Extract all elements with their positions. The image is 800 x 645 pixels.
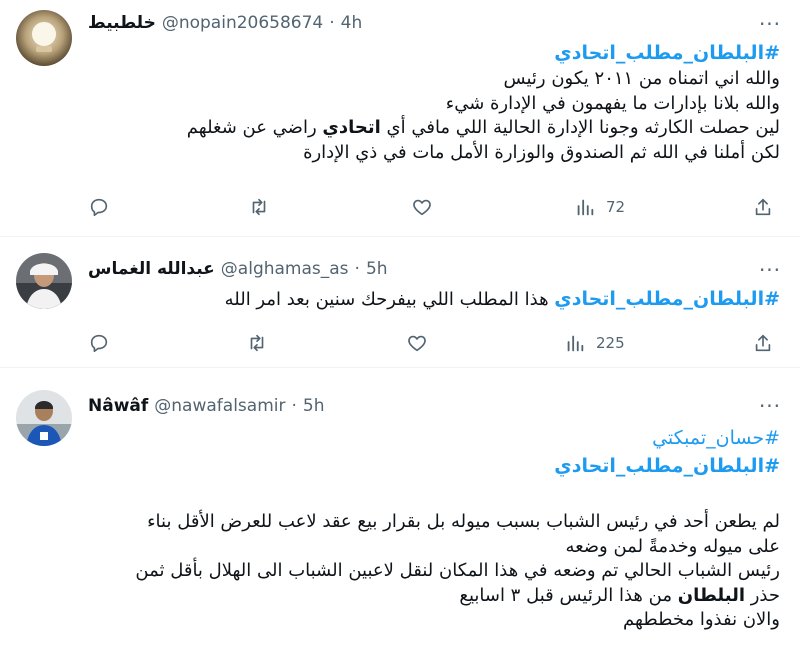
tweet-header: خلطبيط @nopain20658674 · 4h: [88, 10, 362, 36]
text-segment: راضي عن شغلهم: [186, 117, 323, 138]
hashtag-link[interactable]: #البلطان_مطلب_اتحادي: [88, 452, 780, 480]
share-button[interactable]: [752, 329, 774, 357]
tweet-line: #البلطان_مطلب_اتحادي هذا المطلب اللي بيف…: [88, 287, 780, 313]
views-icon: [577, 199, 594, 216]
hashtag-link[interactable]: #البلطان_مطلب_اتحادي: [88, 40, 780, 67]
retweet-button[interactable]: [246, 329, 268, 357]
hashtag-link[interactable]: #حسان_تمبكتي: [88, 424, 780, 452]
retweet-icon: [252, 198, 266, 216]
tweet-line: لين حصلت الكارثه وجونا الإدارة الحالية ا…: [88, 116, 780, 141]
retweet-icon: [250, 334, 264, 352]
like-icon: [408, 335, 426, 352]
like-button[interactable]: [411, 193, 433, 221]
retweet-button[interactable]: [248, 193, 270, 221]
views-icon: [567, 335, 584, 352]
avatar[interactable]: [16, 390, 72, 446]
timestamp[interactable]: 5h: [303, 396, 325, 416]
bold-word: اتحادي: [322, 117, 381, 138]
action-bar: 225: [88, 329, 788, 357]
timestamp[interactable]: 4h: [341, 13, 363, 33]
share-button[interactable]: [752, 193, 774, 221]
tweet-2[interactable]: عبدالله الغماس @alghamas_as · 5h ··· #ال…: [0, 237, 800, 368]
user-handle[interactable]: @alghamas_as: [221, 259, 349, 279]
display-name[interactable]: عبدالله الغماس: [88, 259, 215, 279]
separator-dot: ·: [291, 396, 297, 416]
action-bar: 72: [88, 193, 788, 221]
text-segment: هذا المطلب اللي بيفرحك سنين بعد امر الله: [224, 289, 555, 310]
more-icon[interactable]: ···: [758, 394, 782, 418]
tweet-line: رئيس الشباب الحالي تم وضعه في هذا المكان…: [135, 560, 780, 581]
tweet-text: #البلطان_مطلب_اتحادي هذا المطلب اللي بيف…: [88, 287, 780, 313]
avatar[interactable]: [16, 10, 72, 66]
display-name[interactable]: Nâwâf: [88, 396, 148, 416]
tweet-1[interactable]: خلطبيط @nopain20658674 · 4h ··· #البلطان…: [0, 0, 800, 237]
text-segment: من هذا الرئيس قبل ٣ اسابيع: [459, 584, 678, 606]
avatar[interactable]: [16, 253, 72, 309]
views-count: 72: [606, 198, 626, 216]
reply-icon: [90, 334, 108, 353]
tweet-line: حذر البلطان من هذا الرئيس قبل ٣ اسابيع: [88, 584, 780, 609]
display-name[interactable]: خلطبيط: [88, 13, 156, 33]
text-segment: حذر: [745, 584, 780, 606]
tweet-line: والله اني اتمناه من ٢٠١١ يكون رئيس: [503, 68, 780, 89]
tweet-text: #البلطان_مطلب_اتحادي والله اني اتمناه من…: [88, 40, 780, 165]
reply-icon: [90, 198, 108, 217]
separator-dot: ·: [329, 13, 335, 33]
views-button[interactable]: 225: [564, 329, 625, 357]
reply-button[interactable]: [88, 329, 110, 357]
share-icon: [755, 334, 771, 352]
views-count: 225: [596, 334, 625, 352]
tweet-line: والان نفذوا مخططهم: [623, 609, 780, 630]
tweet-line: لكن أملنا في الله ثم الصندوق والوزارة ال…: [303, 141, 780, 163]
tweet-line: والله بلانا بإدارات ما يفهمون في الإدارة…: [445, 92, 780, 114]
hashtag-link[interactable]: #البلطان_مطلب_اتحادي: [554, 288, 780, 310]
like-icon: [413, 199, 431, 216]
tweet-3[interactable]: Nâwâf @nawafalsamir · 5h ··· #حسان_تمبكت…: [0, 368, 800, 645]
views-button[interactable]: 72: [574, 193, 625, 221]
more-icon[interactable]: ···: [758, 12, 782, 36]
separator-dot: ·: [354, 259, 360, 279]
user-handle[interactable]: @nawafalsamir: [154, 396, 285, 416]
reply-button[interactable]: [88, 193, 110, 221]
share-icon: [755, 198, 771, 216]
text-segment: لين حصلت الكارثه وجونا الإدارة الحالية ا…: [380, 117, 780, 138]
tweet-header: عبدالله الغماس @alghamas_as · 5h: [88, 256, 388, 282]
user-handle[interactable]: @nopain20658674: [162, 13, 323, 33]
bold-word: البلطان: [677, 584, 745, 606]
like-button[interactable]: [406, 329, 428, 357]
timestamp[interactable]: 5h: [366, 259, 388, 279]
tweet-text: #حسان_تمبكتي #البلطان_مطلب_اتحادي لم يطع…: [88, 424, 780, 633]
more-icon[interactable]: ···: [758, 258, 782, 282]
tweet-line: على ميوله وخدمةً لمن وضعه: [565, 535, 780, 557]
tweet-line: لم يطعن أحد في رئيس الشباب بسبب ميوله بل…: [147, 511, 780, 532]
tweet-header: Nâwâf @nawafalsamir · 5h: [88, 393, 324, 419]
